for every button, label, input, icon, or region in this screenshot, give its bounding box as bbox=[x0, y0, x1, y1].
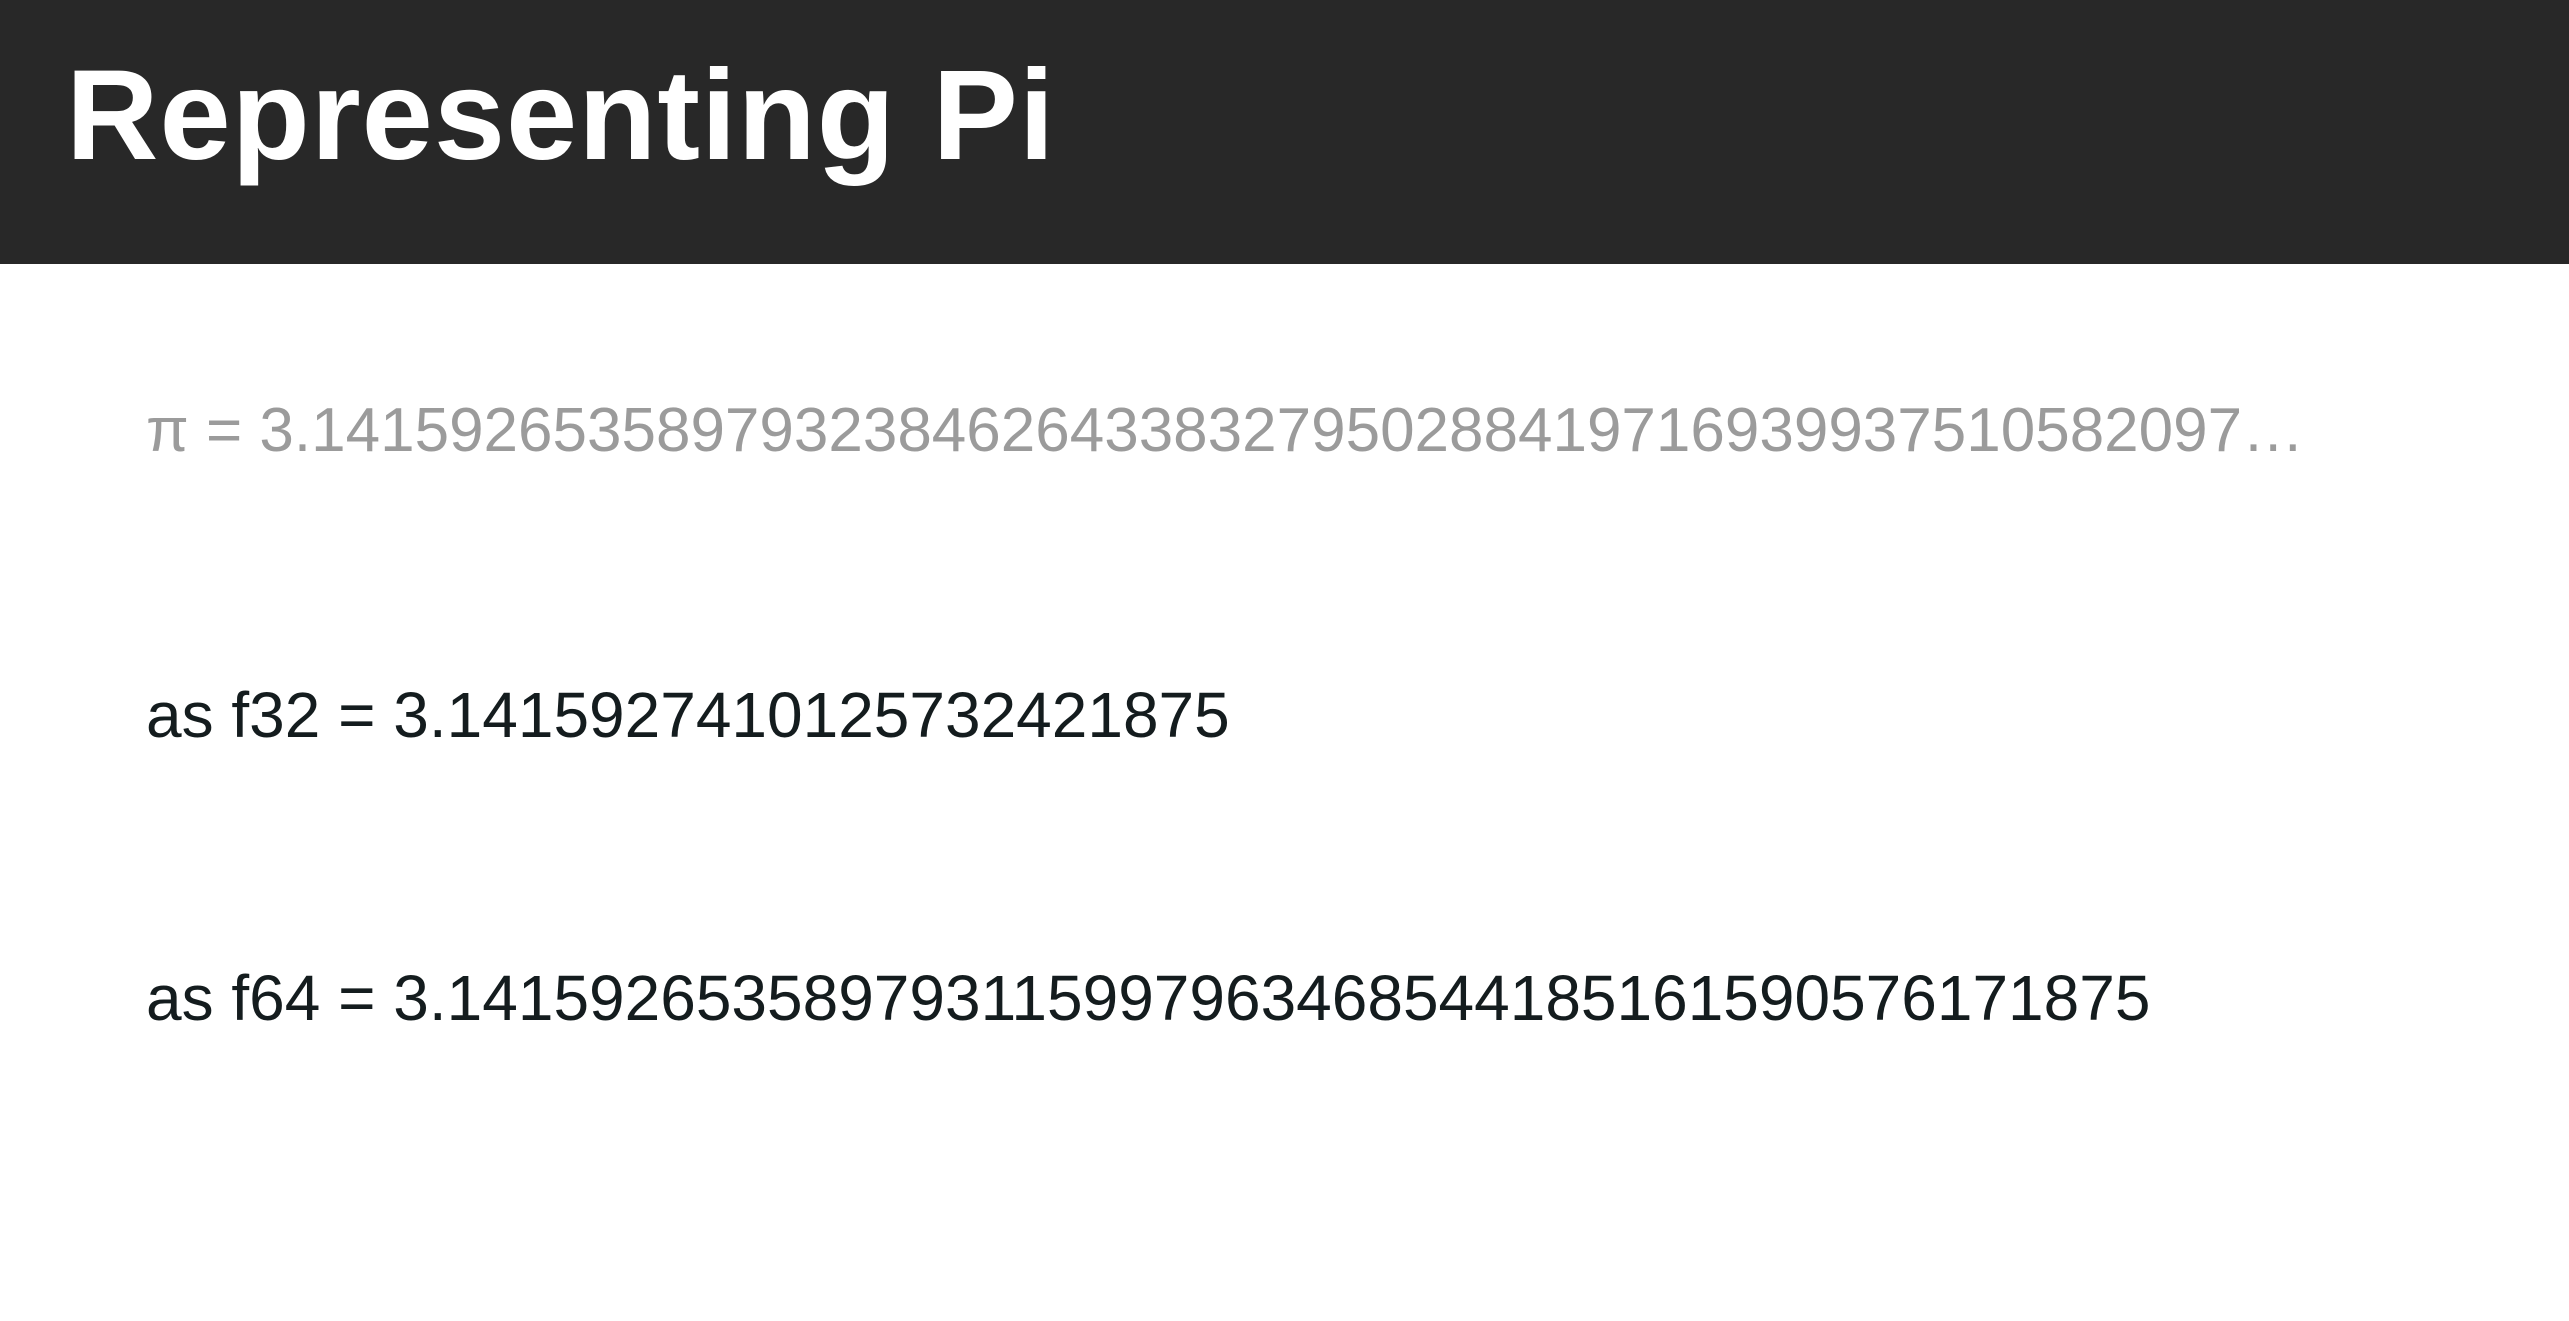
slide-title: Representing Pi bbox=[66, 44, 1056, 187]
slide-body: π = 3.1415926535897932384626433832795028… bbox=[0, 264, 2569, 1321]
pi-exact-value: π = 3.1415926535897932384626433832795028… bbox=[146, 396, 2305, 465]
slide-header: Representing Pi bbox=[0, 0, 2569, 264]
pi-f64-value: as f64 = 3.14159265358979311599796346854… bbox=[146, 962, 2151, 1034]
pi-f32-value: as f32 = 3.1415927410125732421875 bbox=[146, 679, 1230, 751]
